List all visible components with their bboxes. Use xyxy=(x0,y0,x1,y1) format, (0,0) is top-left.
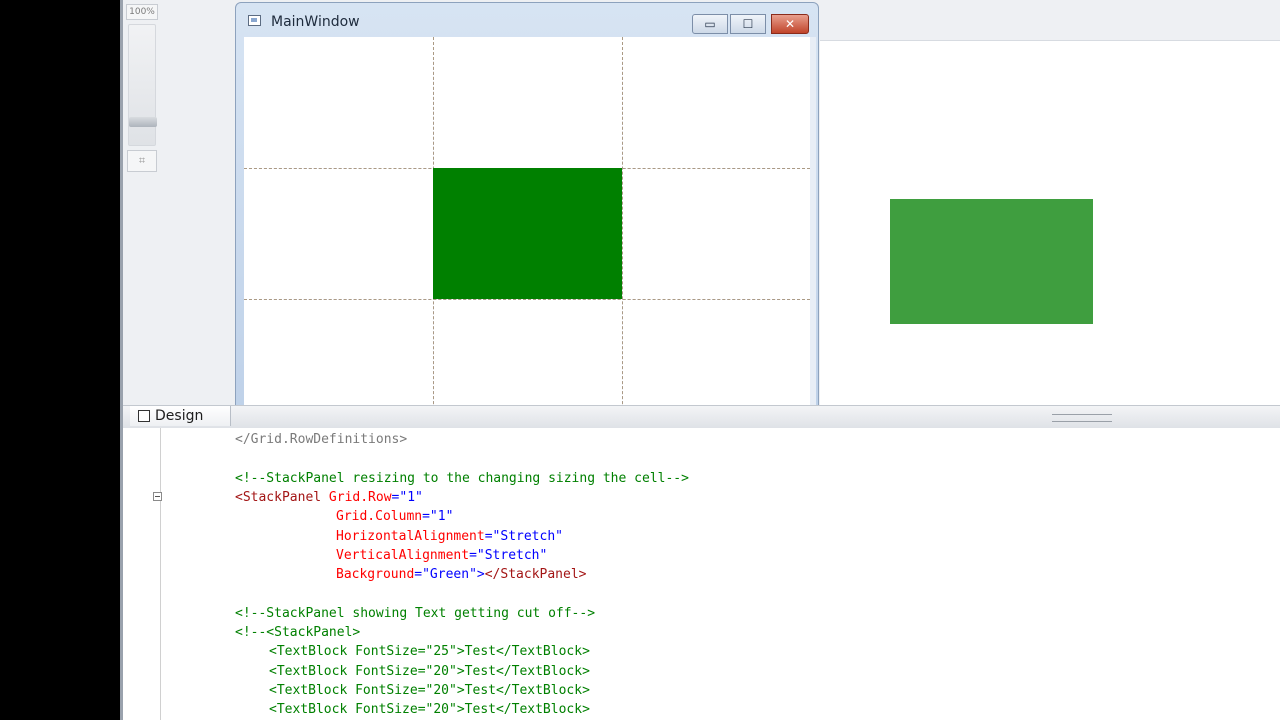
splitter-grip-handle[interactable] xyxy=(1052,414,1112,422)
zoom-slider-thumb[interactable] xyxy=(129,117,157,127)
code-line[interactable]: HorizontalAlignment="Stretch" xyxy=(336,527,563,546)
code-token-attr: Background xyxy=(336,567,415,582)
editor-gutter-divider xyxy=(160,428,161,720)
minimize-icon: ▭ xyxy=(704,17,716,31)
code-line[interactable]: <TextBlock FontSize="20">Test</TextBlock… xyxy=(269,681,590,700)
code-line[interactable]: <!--StackPanel resizing to the changing … xyxy=(235,469,689,488)
code-line[interactable]: Background="Green"></StackPanel> xyxy=(336,565,586,584)
left-black-strip xyxy=(0,0,120,720)
grid-row-line xyxy=(244,299,810,300)
code-line[interactable]: VerticalAlignment="Stretch" xyxy=(336,546,547,565)
code-line[interactable]: <!--StackPanel showing Text getting cut … xyxy=(235,604,595,623)
fit-to-screen-icon: ⌗ xyxy=(138,154,146,167)
close-icon: ✕ xyxy=(784,17,796,31)
green-stackpanel-cell[interactable] xyxy=(433,168,622,299)
code-line[interactable]: <TextBlock FontSize="20">Test</TextBlock… xyxy=(269,700,590,719)
window-app-icon xyxy=(248,15,261,26)
code-token-attr: VerticalAlignment xyxy=(336,548,470,563)
design-view-icon xyxy=(138,410,150,422)
maximize-button[interactable]: ☐ xyxy=(730,14,766,34)
minimize-button[interactable]: ▭ xyxy=(692,14,728,34)
tab-design-label: Design xyxy=(155,408,204,424)
zoom-level-label: 100% xyxy=(126,4,158,20)
designer-preview-stackpanel[interactable] xyxy=(890,199,1093,324)
code-token-tag: </StackPanel> xyxy=(484,567,587,582)
maximize-icon: ☐ xyxy=(742,17,754,31)
code-line[interactable]: <TextBlock FontSize="25">Test</TextBlock… xyxy=(269,642,590,661)
grid-column-line xyxy=(622,37,623,429)
code-line[interactable]: <!--<StackPanel> xyxy=(235,623,360,642)
code-token-tag: <StackPanel xyxy=(235,490,329,505)
code-token-value: ="1" xyxy=(391,490,423,505)
zoom-slider-track[interactable] xyxy=(128,24,157,146)
window-title: MainWindow xyxy=(271,14,360,30)
fit-to-screen-button[interactable]: ⌗ xyxy=(127,150,157,172)
code-token-value: ="1" xyxy=(422,509,454,524)
code-token-attr: HorizontalAlignment xyxy=(336,529,485,544)
code-token-value: ="Green"> xyxy=(414,567,485,582)
window-client-grid[interactable] xyxy=(244,37,810,429)
window-right-edge xyxy=(810,37,816,429)
code-token-attr: Grid.Column xyxy=(336,509,423,524)
tab-design[interactable]: Design xyxy=(130,406,231,426)
code-token-value: ="Stretch" xyxy=(469,548,548,563)
main-window[interactable]: MainWindow ▭ ☐ ✕ xyxy=(235,2,819,438)
collapse-region-icon[interactable] xyxy=(153,492,162,501)
zoom-control: 100% ⌗ xyxy=(126,4,158,172)
code-line[interactable]: </Grid.RowDefinitions> xyxy=(235,430,407,449)
code-line[interactable]: <TextBlock FontSize="20">Test</TextBlock… xyxy=(269,662,590,681)
code-token-value: ="Stretch" xyxy=(484,529,563,544)
code-token-attr: Grid.Row xyxy=(328,490,392,505)
code-line[interactable]: Grid.Column="1" xyxy=(336,507,453,526)
close-button[interactable]: ✕ xyxy=(771,14,809,34)
code-line[interactable]: <StackPanel Grid.Row="1" xyxy=(235,488,423,507)
